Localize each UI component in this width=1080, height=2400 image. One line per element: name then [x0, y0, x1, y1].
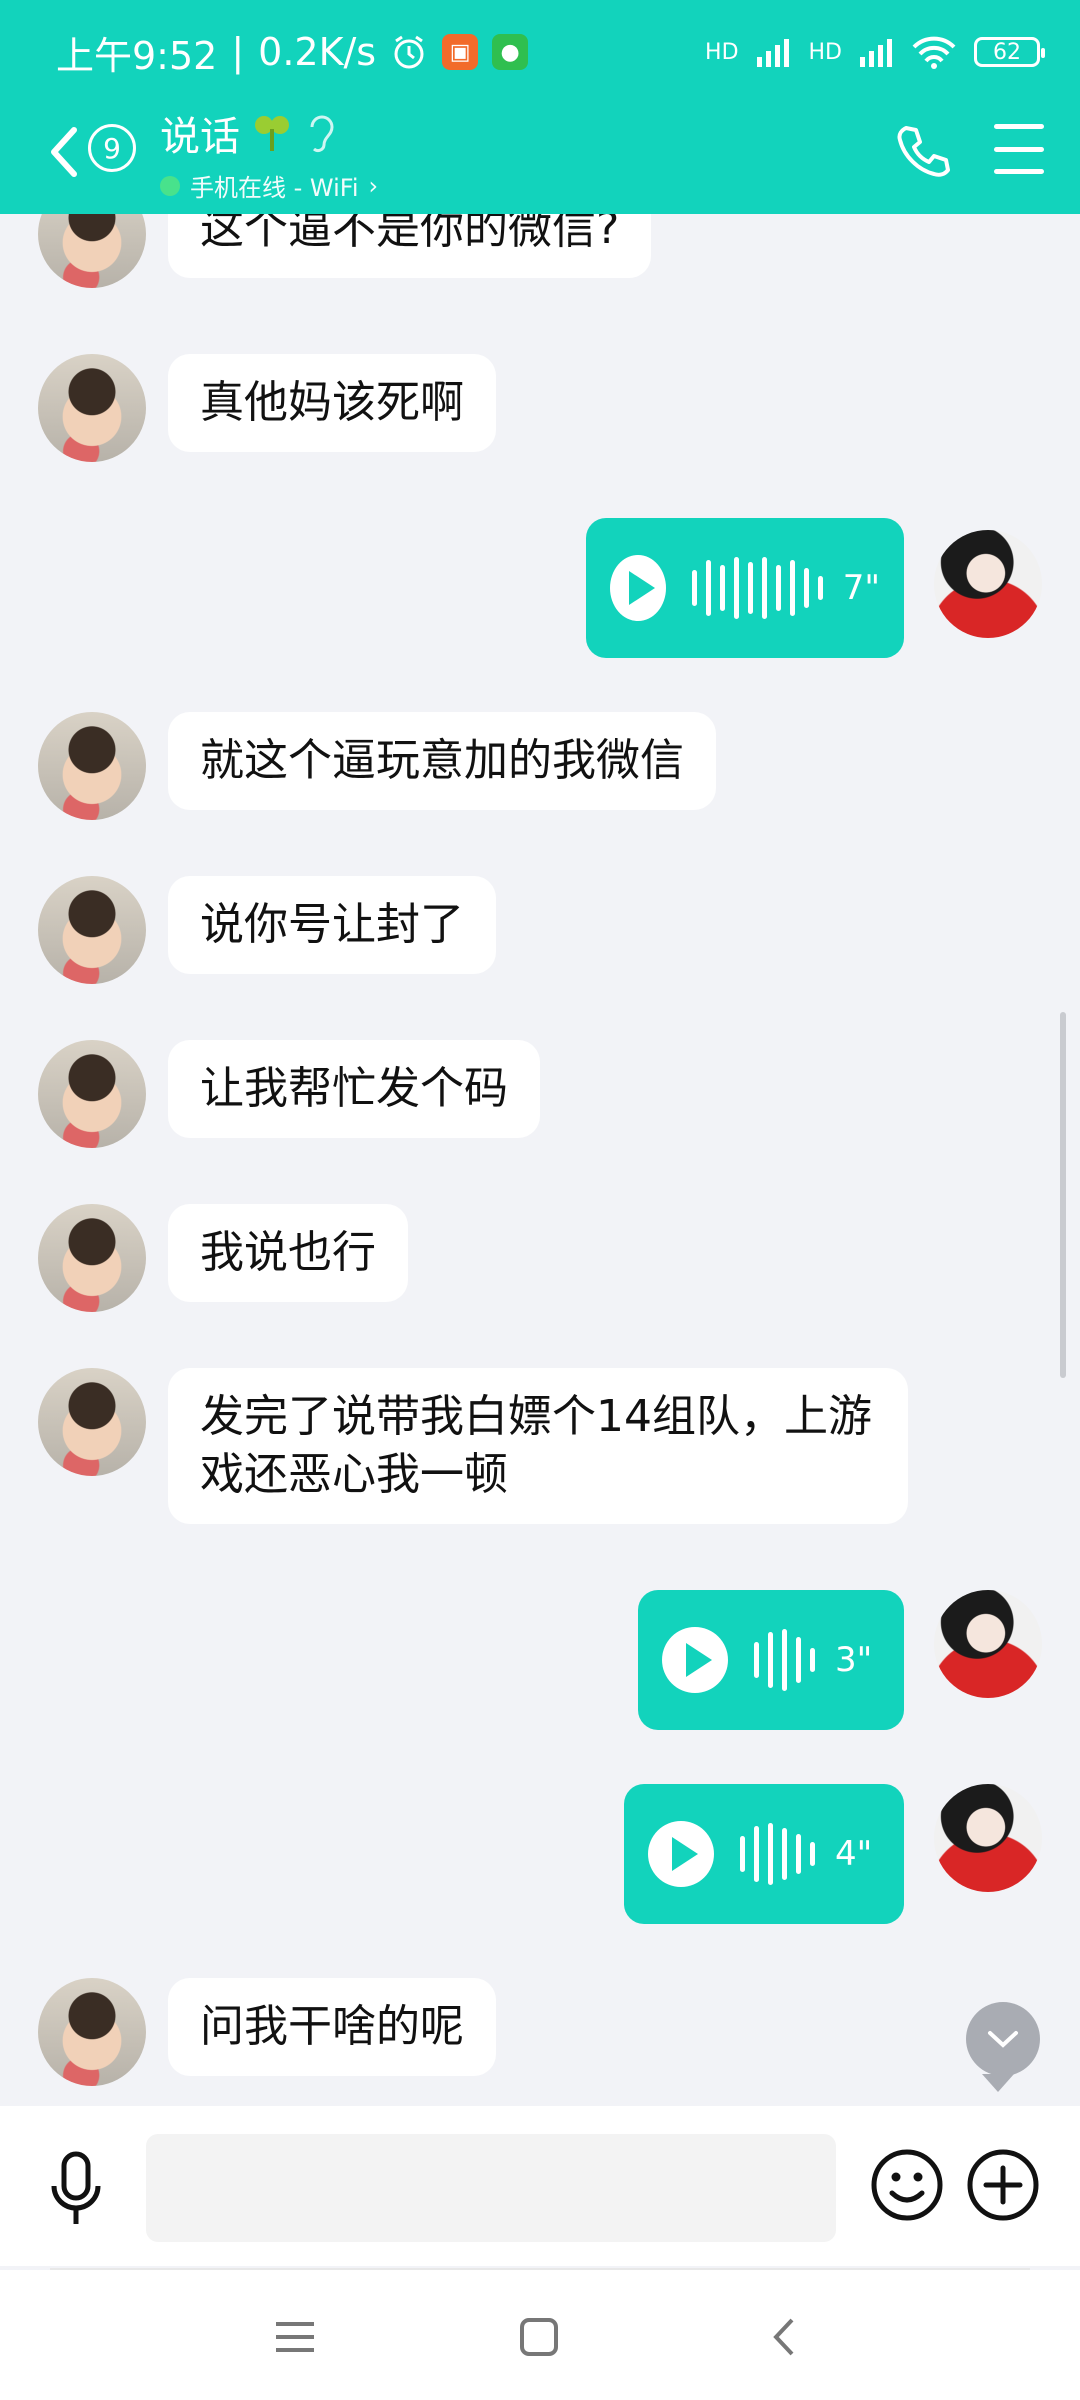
text-message[interactable]: 让我帮忙发个码	[168, 1040, 540, 1138]
menu-icon[interactable]	[994, 124, 1044, 174]
text-message[interactable]: 问我干啥的呢	[168, 1978, 496, 2076]
recent-apps-icon[interactable]	[272, 2314, 318, 2360]
contact-avatar[interactable]	[38, 1040, 146, 1148]
voice-message[interactable]: 7"	[586, 518, 904, 658]
voice-duration: 7"	[842, 568, 880, 608]
back-arrow-icon[interactable]	[44, 122, 84, 182]
clover-icon	[255, 116, 289, 151]
emoji-icon[interactable]	[870, 2148, 944, 2222]
voice-duration: 3"	[835, 1640, 873, 1680]
contact-avatar[interactable]	[38, 354, 146, 462]
wifi-icon	[912, 36, 956, 69]
unread-count-badge[interactable]: 9	[88, 124, 136, 172]
play-icon[interactable]	[662, 1627, 728, 1693]
waveform-icon	[691, 557, 823, 619]
chat-header: 上午9:52 | 0.2K/s ▣ ● HD HD 62 9 说话 手机在线 -…	[0, 0, 1080, 214]
contact-avatar[interactable]	[38, 1204, 146, 1312]
battery-level: 62	[993, 39, 1021, 65]
voice-message[interactable]: 4"	[624, 1784, 904, 1924]
my-avatar[interactable]	[934, 530, 1042, 638]
waveform-icon	[754, 1629, 815, 1691]
system-nav-bar	[0, 2270, 1080, 2400]
home-icon[interactable]	[516, 2314, 562, 2360]
nav-bar: 9 说话 手机在线 - WiFi ›	[0, 100, 1080, 203]
text-message[interactable]: 真他妈该死啊	[168, 354, 496, 452]
text-message[interactable]: 我说也行	[168, 1204, 408, 1302]
waveform-icon	[740, 1823, 815, 1885]
app-notification-icon: ▣	[442, 34, 479, 70]
chevron-right-icon: ›	[368, 171, 379, 200]
contact-avatar[interactable]	[38, 214, 146, 288]
contact-name: 说话	[160, 114, 240, 160]
play-icon[interactable]	[648, 1821, 714, 1887]
chevron-down-icon	[988, 2031, 1018, 2048]
input-bar	[0, 2106, 1080, 2266]
my-avatar[interactable]	[934, 1784, 1042, 1892]
contact-avatar[interactable]	[38, 712, 146, 820]
voice-message[interactable]: 3"	[638, 1590, 904, 1730]
signal-icon	[860, 39, 892, 67]
message-input[interactable]	[146, 2134, 836, 2242]
contact-avatar[interactable]	[38, 1978, 146, 2086]
scroll-to-bottom-button[interactable]	[966, 2002, 1040, 2092]
signal-icon	[756, 39, 789, 67]
net-speed: 0.2K/s	[258, 30, 377, 74]
message-list[interactable]: 这个逼不是你的微信? 真他妈该死啊 7" 就这个逼玩意加的我微信 说你号让封了 …	[0, 214, 1080, 2106]
hd-label: HD	[705, 39, 739, 65]
contact-info[interactable]: 说话 手机在线 - WiFi ›	[160, 104, 378, 203]
contact-avatar[interactable]	[38, 1368, 146, 1476]
status-separator: |	[231, 30, 245, 74]
phone-icon[interactable]	[892, 122, 952, 182]
unread-count: 9	[103, 131, 121, 165]
status-time: 上午9:52	[56, 33, 218, 78]
scrollbar[interactable]	[1060, 1012, 1066, 1378]
hd-label: HD	[808, 39, 842, 65]
status-bar: 上午9:52 | 0.2K/s ▣ ● HD HD 62	[56, 22, 1045, 82]
back-icon[interactable]	[762, 2314, 808, 2360]
text-message[interactable]: 这个逼不是你的微信?	[168, 214, 652, 278]
text-message[interactable]: 就这个逼玩意加的我微信	[168, 712, 716, 810]
voice-duration: 4"	[835, 1834, 873, 1874]
contact-avatar[interactable]	[38, 876, 146, 984]
wechat-notification-icon: ●	[492, 34, 529, 70]
online-status: 手机在线 - WiFi	[190, 174, 359, 202]
plus-icon[interactable]	[966, 2148, 1040, 2222]
alarm-icon	[394, 35, 424, 69]
microphone-icon[interactable]	[46, 2150, 106, 2228]
online-indicator	[160, 175, 180, 196]
battery-indicator: 62	[974, 37, 1045, 67]
text-message[interactable]: 发完了说带我白嫖个14组队，上游戏还恶心我一顿	[168, 1368, 908, 1524]
ear-icon	[310, 115, 334, 153]
play-icon[interactable]	[610, 555, 666, 621]
text-message[interactable]: 说你号让封了	[168, 876, 496, 974]
my-avatar[interactable]	[934, 1590, 1042, 1698]
